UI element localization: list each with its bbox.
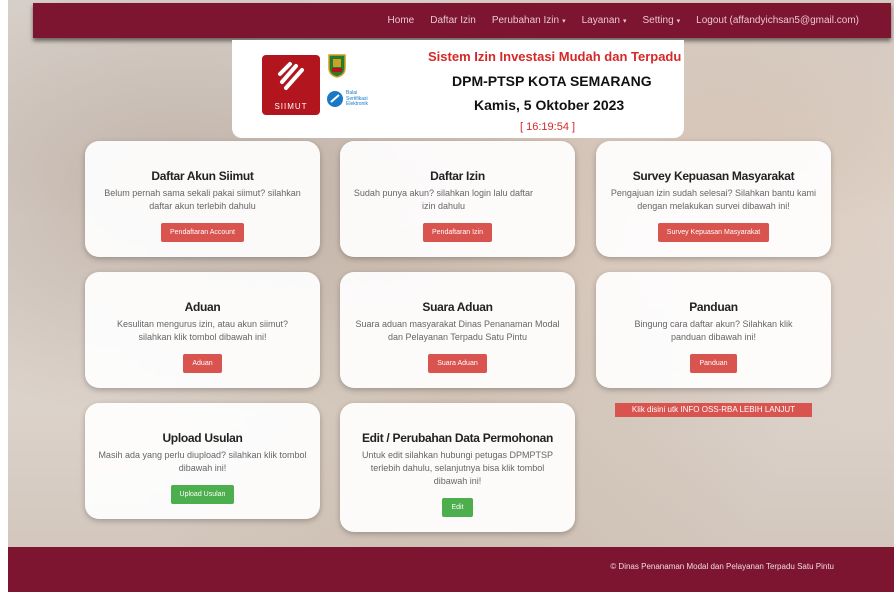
card-title: Suara Aduan <box>422 300 493 314</box>
card-desc: Bingung cara daftar akun? Silahkan klik … <box>634 319 793 342</box>
edit-button[interactable]: Edit <box>442 498 473 517</box>
card-title: Panduan <box>689 300 738 314</box>
card-title: Survey Kepuasan Masyarakat <box>632 169 795 183</box>
card-upload-usulan: Upload Usulan Masih ada yang perlu diupl… <box>85 403 320 519</box>
card-survey: Survey Kepuasan Masyarakat Pengajuan izi… <box>596 141 831 257</box>
card-desc: Sudah punya akun? silahkan login lalu da… <box>353 188 534 211</box>
aduan-button[interactable]: Aduan <box>183 354 222 373</box>
pendaftaran-account-button[interactable]: Pendaftaran Account <box>161 223 244 242</box>
caret-down-icon: ▾ <box>562 18 566 25</box>
footer: © Dinas Penanaman Modal dan Pelayanan Te… <box>8 547 894 592</box>
card-desc: Kesulitan mengurus izin, atau akun siimu… <box>116 319 289 342</box>
kota-semarang-emblem-icon <box>328 54 346 78</box>
survey-kepuasan-button[interactable]: Survey Kepuasan Masyarakat <box>657 223 770 242</box>
card-desc: Untuk edit silahkan hubungi petugas DPMP… <box>361 450 554 486</box>
caret-down-icon: ▾ <box>676 18 681 25</box>
siimut-logo: SIIMUT <box>262 55 320 115</box>
footer-copyright: © Dinas Penanaman Modal dan Pelayanan Te… <box>610 562 834 571</box>
nav-perubahan-izin[interactable]: Perubahan Izin ▾ <box>492 15 566 26</box>
card-title: Daftar Akun Siimut <box>151 169 254 183</box>
nav-layanan[interactable]: Layanan ▾ <box>582 15 627 26</box>
card-aduan: Aduan Kesulitan mengurus izin, atau akun… <box>85 272 320 388</box>
card-desc: Belum pernah sama sekali pakai siimut? s… <box>104 188 301 211</box>
caret-down-icon: ▾ <box>622 18 627 25</box>
header-card: SIIMUT Balai Sertifikasi Elektronik Sist… <box>232 40 684 138</box>
card-edit-permohonan: Edit / Perubahan Data Permohonan Untuk e… <box>340 403 575 532</box>
nav-daftar-izin[interactable]: Daftar Izin <box>430 15 476 26</box>
card-suara-aduan: Suara Aduan Suara aduan masyarakat Dinas… <box>340 272 575 388</box>
card-daftar-izin: Daftar Izin Sudah punya akun? silahkan l… <box>340 141 575 257</box>
nav-logout[interactable]: Logout (affandyichsan5@gmail.com) <box>696 15 859 26</box>
current-time: [ 16:19:54 ] <box>520 121 576 133</box>
oss-rba-info-link[interactable]: Klik disini utk INFO OSS-RBA LEBIH LANJU… <box>615 403 812 417</box>
panduan-button[interactable]: Panduan <box>690 354 737 373</box>
card-title: Upload Usulan <box>162 431 243 445</box>
current-date: Kamis, 5 Oktober 2023 <box>474 97 625 113</box>
nav-setting[interactable]: Setting ▾ <box>643 15 681 26</box>
site-title: Sistem Izin Investasi Mudah dan Terpadu <box>428 49 682 64</box>
card-title: Edit / Perubahan Data Permohonan <box>361 431 554 445</box>
card-title: Aduan <box>184 300 221 314</box>
pendaftaran-izin-button[interactable]: Pendaftaran Izin <box>423 223 492 242</box>
bsre-logo: Balai Sertifikasi Elektronik <box>326 90 386 112</box>
card-desc: Masih ada yang perlu diupload? silahkan … <box>98 450 307 473</box>
bsre-circle-icon <box>327 91 343 107</box>
upload-usulan-button[interactable]: Upload Usulan <box>170 485 235 504</box>
suara-aduan-button[interactable]: Suara Aduan <box>428 354 487 373</box>
top-navbar: Home Daftar Izin Perubahan Izin ▾ Layanan… <box>33 3 891 38</box>
org-name: DPM-PTSP KOTA SEMARANG <box>452 73 652 89</box>
card-desc: Pengajuan izin sudah selesai? Silahkan b… <box>610 188 817 211</box>
card-daftar-akun: Daftar Akun Siimut Belum pernah sama sek… <box>85 141 320 257</box>
nav-home[interactable]: Home <box>388 15 415 26</box>
card-desc: Suara aduan masyarakat Dinas Penanaman M… <box>355 319 560 342</box>
card-title: Daftar Izin <box>430 169 485 183</box>
siimut-swirl-icon <box>278 62 304 90</box>
card-panduan: Panduan Bingung cara daftar akun? Silahk… <box>596 272 831 388</box>
